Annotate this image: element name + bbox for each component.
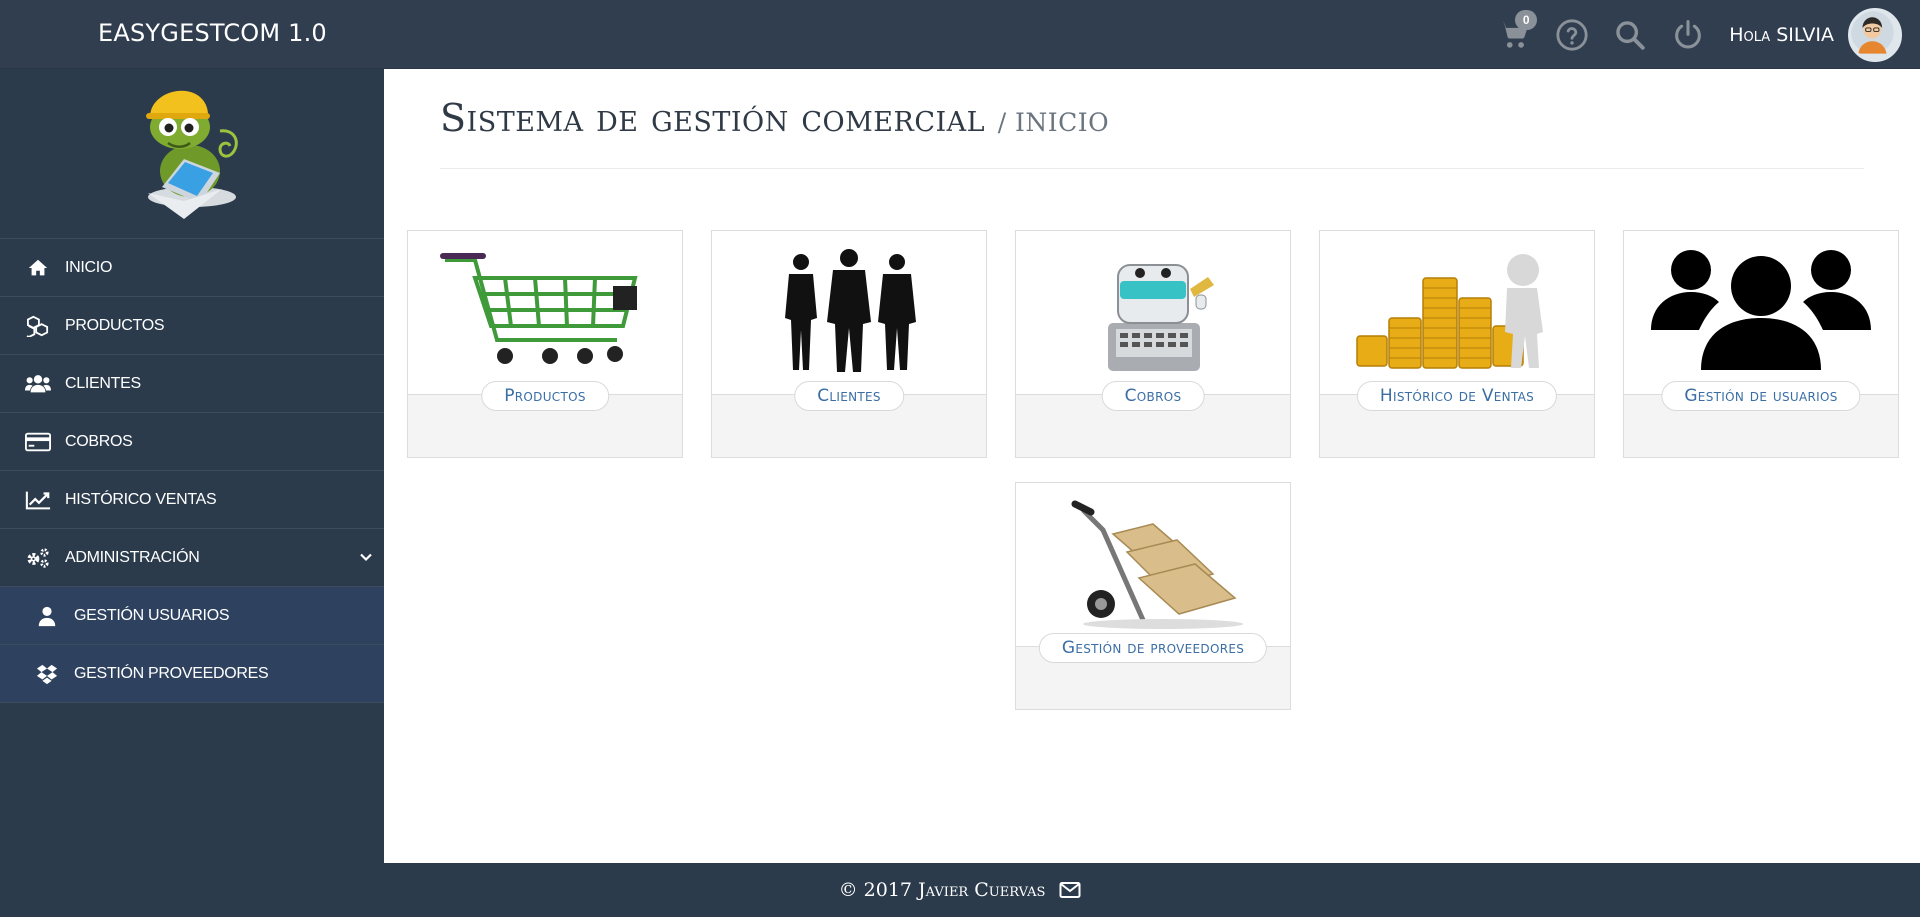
sidebar-item-clientes[interactable]: CLIENTES xyxy=(0,355,384,413)
sidebar-item-label: INICIO xyxy=(65,258,113,276)
sidebar-item-label: CLIENTES xyxy=(65,374,141,392)
cogs-icon xyxy=(23,546,53,570)
sidebar-item-label: ADMINISTRACIÓN xyxy=(65,548,200,566)
sidebar-item-gestion-usuarios[interactable]: GESTIÓN USUARIOS xyxy=(0,587,384,645)
user-group-image xyxy=(1624,231,1898,394)
tile-label[interactable]: Clientes xyxy=(794,381,904,411)
user-icon xyxy=(32,604,62,628)
tile-clientes[interactable]: Clientes xyxy=(711,230,987,458)
shopping-cart-image xyxy=(408,231,682,394)
dropbox-icon xyxy=(32,662,62,686)
frog-mascot-logo xyxy=(146,90,238,219)
sidebar-item-administracion[interactable]: ADMINISTRACIÓN xyxy=(0,529,384,587)
tile-gestion-usuarios[interactable]: Gestión de usuarios xyxy=(1623,230,1899,458)
cart-button[interactable]: 0 xyxy=(1485,0,1543,69)
tile-gestion-proveedores[interactable]: Gestión de proveedores xyxy=(1015,482,1291,710)
tile-cobros[interactable]: Cobros xyxy=(1015,230,1291,458)
credit-card-icon xyxy=(23,430,53,454)
line-chart-icon xyxy=(23,488,53,512)
tile-label[interactable]: Gestión de usuarios xyxy=(1661,381,1861,411)
business-people-image xyxy=(712,231,986,394)
search-icon xyxy=(1616,20,1645,50)
page-footer: © 2017 Javier Cuervas xyxy=(0,863,1920,917)
search-button[interactable] xyxy=(1601,0,1659,69)
envelope-icon[interactable] xyxy=(1059,881,1081,899)
tile-productos[interactable]: Productos xyxy=(407,230,683,458)
tile-label[interactable]: Histórico de Ventas xyxy=(1356,381,1558,411)
cubes-icon xyxy=(23,314,53,338)
app-brand[interactable]: EASYGESTCOM 1.0 xyxy=(98,19,327,47)
avatar[interactable] xyxy=(1848,7,1902,62)
sidebar-item-historico-ventas[interactable]: HISTÓRICO VENTAS xyxy=(0,471,384,529)
page-title-text: Sistema de gestión comercial xyxy=(440,96,986,140)
tile-label[interactable]: Productos xyxy=(481,381,609,411)
tile-label[interactable]: Cobros xyxy=(1101,381,1205,411)
page-title: Sistema de gestión comercial / INICIO xyxy=(440,96,1109,140)
breadcrumb: / INICIO xyxy=(997,108,1110,137)
help-icon xyxy=(1556,18,1588,51)
user-greeting[interactable]: Hola SILVIA xyxy=(1729,24,1834,46)
gold-coins-image xyxy=(1320,231,1594,394)
sidebar-item-label: GESTIÓN USUARIOS xyxy=(74,606,230,624)
users-icon xyxy=(23,372,53,396)
chevron-down-icon[interactable] xyxy=(358,549,374,565)
main-content: Sistema de gestión comercial / INICIO Pr… xyxy=(384,69,1920,863)
hand-truck-image xyxy=(1016,483,1290,646)
tile-historico-ventas[interactable]: Histórico de Ventas xyxy=(1319,230,1595,458)
cash-register-image xyxy=(1016,231,1290,394)
sidebar-item-gestion-proveedores[interactable]: GESTIÓN PROVEEDORES xyxy=(0,645,384,703)
user-avatar-image xyxy=(1851,10,1894,54)
top-icons: 0 Hola SILVIA xyxy=(1485,0,1920,69)
sidebar-item-label: GESTIÓN PROVEEDORES xyxy=(74,664,269,682)
sidebar-item-label: COBROS xyxy=(65,432,133,450)
sidebar-item-inicio[interactable]: INICIO xyxy=(0,239,384,297)
footer-copyright: © 2017 Javier Cuervas xyxy=(838,879,1046,901)
tile-label[interactable]: Gestión de proveedores xyxy=(1038,633,1268,663)
sidebar-item-cobros[interactable]: COBROS xyxy=(0,413,384,471)
sidebar: INICIO PRODUCTOS CLIENTES COBROS HISTÓRI… xyxy=(0,69,384,863)
top-navbar: EASYGESTCOM 1.0 0 Hola SILVIA xyxy=(0,0,1920,69)
help-button[interactable] xyxy=(1543,0,1601,69)
cart-count-badge: 0 xyxy=(1515,10,1538,30)
logout-button[interactable] xyxy=(1659,0,1717,69)
sidebar-item-label: PRODUCTOS xyxy=(65,316,165,334)
heading-divider xyxy=(440,168,1864,169)
power-icon xyxy=(1675,19,1702,48)
sidebar-item-productos[interactable]: PRODUCTOS xyxy=(0,297,384,355)
app-logo[interactable] xyxy=(0,69,384,239)
home-icon xyxy=(23,256,53,280)
sidebar-item-label: HISTÓRICO VENTAS xyxy=(65,490,217,508)
